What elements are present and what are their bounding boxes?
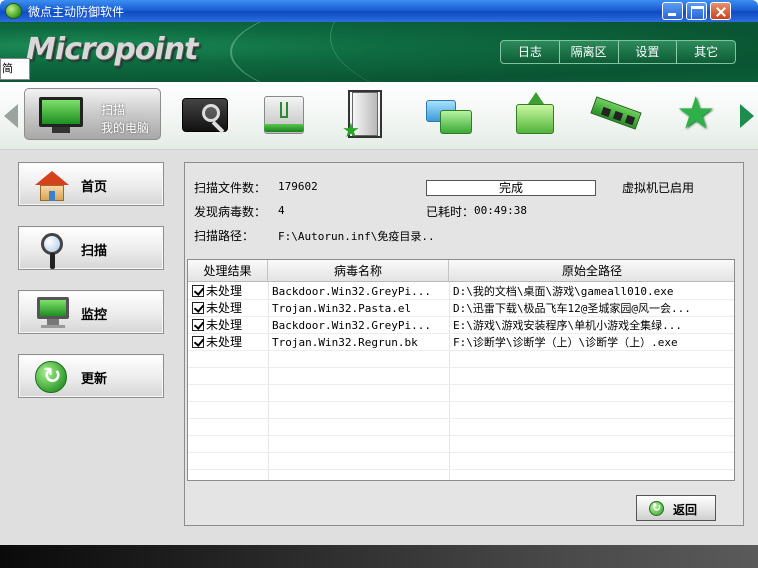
folders-icon[interactable]: [424, 90, 474, 140]
scan-progress-bar: 完成: [426, 180, 596, 196]
virus-results-table: 处理结果 病毒名称 原始全路径 未处理 Backdoor.Win32.GreyP…: [187, 259, 735, 481]
sidebar-item-label: 首页: [81, 180, 108, 195]
table-row[interactable]: 未处理 Backdoor.Win32.GreyPi... D:\我的文档\桌面\…: [188, 283, 734, 300]
maximize-button[interactable]: [686, 2, 707, 20]
scan-result-panel: 扫描文件数： 179602 完成 虚拟机已启用 发现病毒数： 4 已耗时： 00…: [184, 162, 744, 526]
sidebar-item-monitor[interactable]: 监控: [18, 290, 164, 334]
scan-path-label: 扫描路径：: [194, 229, 255, 243]
table-header: 处理结果 病毒名称 原始全路径: [188, 260, 734, 282]
tool-label: 扫描: [101, 103, 126, 117]
elapsed-time-value: 00:49:38: [474, 204, 527, 217]
door-star-icon[interactable]: ★: [340, 90, 390, 140]
sidebar-item-label: 更新: [81, 372, 108, 387]
window-title: 微点主动防御软件: [28, 5, 125, 19]
column-header-virus-name[interactable]: 病毒名称: [268, 260, 449, 282]
table-row[interactable]: 未处理 Trojan.Win32.Regrun.bk F:\诊断学\诊断学（上）…: [188, 334, 734, 351]
overlay-tab[interactable]: 简: [0, 58, 30, 80]
row-checkbox[interactable]: [192, 319, 204, 331]
close-button[interactable]: [710, 2, 731, 20]
virus-name-cell: Trojan.Win32.Regrun.bk: [272, 336, 418, 349]
top-menu: 日志 隔离区 设置 其它: [500, 40, 736, 64]
path-cell: E:\游戏\游戏安装程序\单机小游戏全集绿...: [453, 319, 682, 332]
folder-upload-icon[interactable]: [510, 90, 560, 140]
row-checkbox[interactable]: [192, 302, 204, 314]
tool-sublabel: 我的电脑: [101, 121, 150, 135]
menu-item-log[interactable]: 日志: [501, 41, 560, 63]
back-button-label: 返回: [673, 503, 698, 517]
memory-module-icon[interactable]: [590, 90, 642, 140]
elapsed-time-label: 已耗时：: [426, 205, 475, 219]
menu-item-settings[interactable]: 设置: [619, 41, 678, 63]
scan-path-value: F:\Autorun.inf\免疫目录..: [278, 230, 435, 243]
usb-drive-icon[interactable]: [260, 90, 310, 140]
sidebar-item-update[interactable]: 更新: [18, 354, 164, 398]
files-scanned-value: 179602: [278, 180, 318, 193]
sidebar-item-label: 监控: [81, 308, 108, 323]
sidebar-item-scan[interactable]: 扫描: [18, 226, 164, 270]
viruses-found-label: 发现病毒数：: [194, 205, 267, 219]
result-cell: 未处理: [206, 335, 243, 349]
monitor-icon: [37, 297, 71, 329]
virus-name-cell: Backdoor.Win32.GreyPi...: [272, 285, 431, 298]
back-button[interactable]: 返回: [636, 495, 716, 521]
computer-stand: [52, 127, 70, 133]
sidebar-item-home[interactable]: 首页: [18, 162, 164, 206]
table-row[interactable]: 未处理 Backdoor.Win32.GreyPi... E:\游戏\游戏安装程…: [188, 317, 734, 334]
back-icon: [649, 501, 664, 516]
path-cell: D:\我的文档\桌面\游戏\gameall010.exe: [453, 285, 674, 298]
menu-item-other[interactable]: 其它: [677, 41, 735, 63]
app-header: Micropoint 日志 隔离区 设置 其它: [0, 22, 758, 82]
minimize-button[interactable]: [662, 2, 683, 20]
scroll-right-arrow-icon[interactable]: [740, 104, 754, 128]
brand-logo: Micropoint: [26, 32, 198, 67]
row-checkbox[interactable]: [192, 285, 204, 297]
column-header-result[interactable]: 处理结果: [188, 260, 268, 282]
magnifier-icon: [39, 231, 69, 271]
table-row[interactable]: 未处理 Trojan.Win32.Pasta.el D:\迅雷下载\极品飞车12…: [188, 300, 734, 317]
path-cell: D:\迅雷下载\极品飞车12@圣城家园@风一会...: [453, 302, 691, 315]
sidebar-item-label: 扫描: [81, 244, 108, 259]
scan-status-text: 完成: [498, 181, 523, 195]
virus-name-cell: Backdoor.Win32.GreyPi...: [272, 319, 431, 332]
path-cell: F:\诊断学\诊断学（上）\诊断学（上）.exe: [453, 336, 678, 349]
scroll-left-arrow-icon[interactable]: [4, 104, 18, 128]
column-header-path[interactable]: 原始全路径: [449, 260, 734, 282]
app-logo-icon: [5, 3, 22, 19]
virus-name-cell: Trojan.Win32.Pasta.el: [272, 302, 412, 315]
result-cell: 未处理: [206, 318, 243, 332]
title-bar: 微点主动防御软件: [0, 0, 758, 22]
computer-icon: [39, 97, 83, 127]
refresh-icon: [35, 361, 67, 393]
files-scanned-label: 扫描文件数：: [194, 181, 267, 195]
disk-scan-icon[interactable]: [180, 90, 230, 140]
viruses-found-value: 4: [278, 204, 285, 217]
function-toolbar: 扫描 我的电脑 ★ ★: [0, 82, 758, 150]
result-cell: 未处理: [206, 301, 243, 315]
row-checkbox[interactable]: [192, 336, 204, 348]
main-area: 首页 扫描 监控 更新 扫描文件数： 179602 完成 虚拟机已启用 发现病毒…: [0, 150, 758, 545]
home-icon: [35, 171, 69, 201]
star-icon[interactable]: ★: [672, 90, 722, 140]
tool-scan-my-computer[interactable]: 扫描 我的电脑: [24, 88, 161, 140]
status-bar: [0, 545, 758, 568]
vm-status-text: 虚拟机已启用: [622, 181, 695, 195]
result-cell: 未处理: [206, 284, 243, 298]
menu-item-quarantine[interactable]: 隔离区: [560, 41, 619, 63]
